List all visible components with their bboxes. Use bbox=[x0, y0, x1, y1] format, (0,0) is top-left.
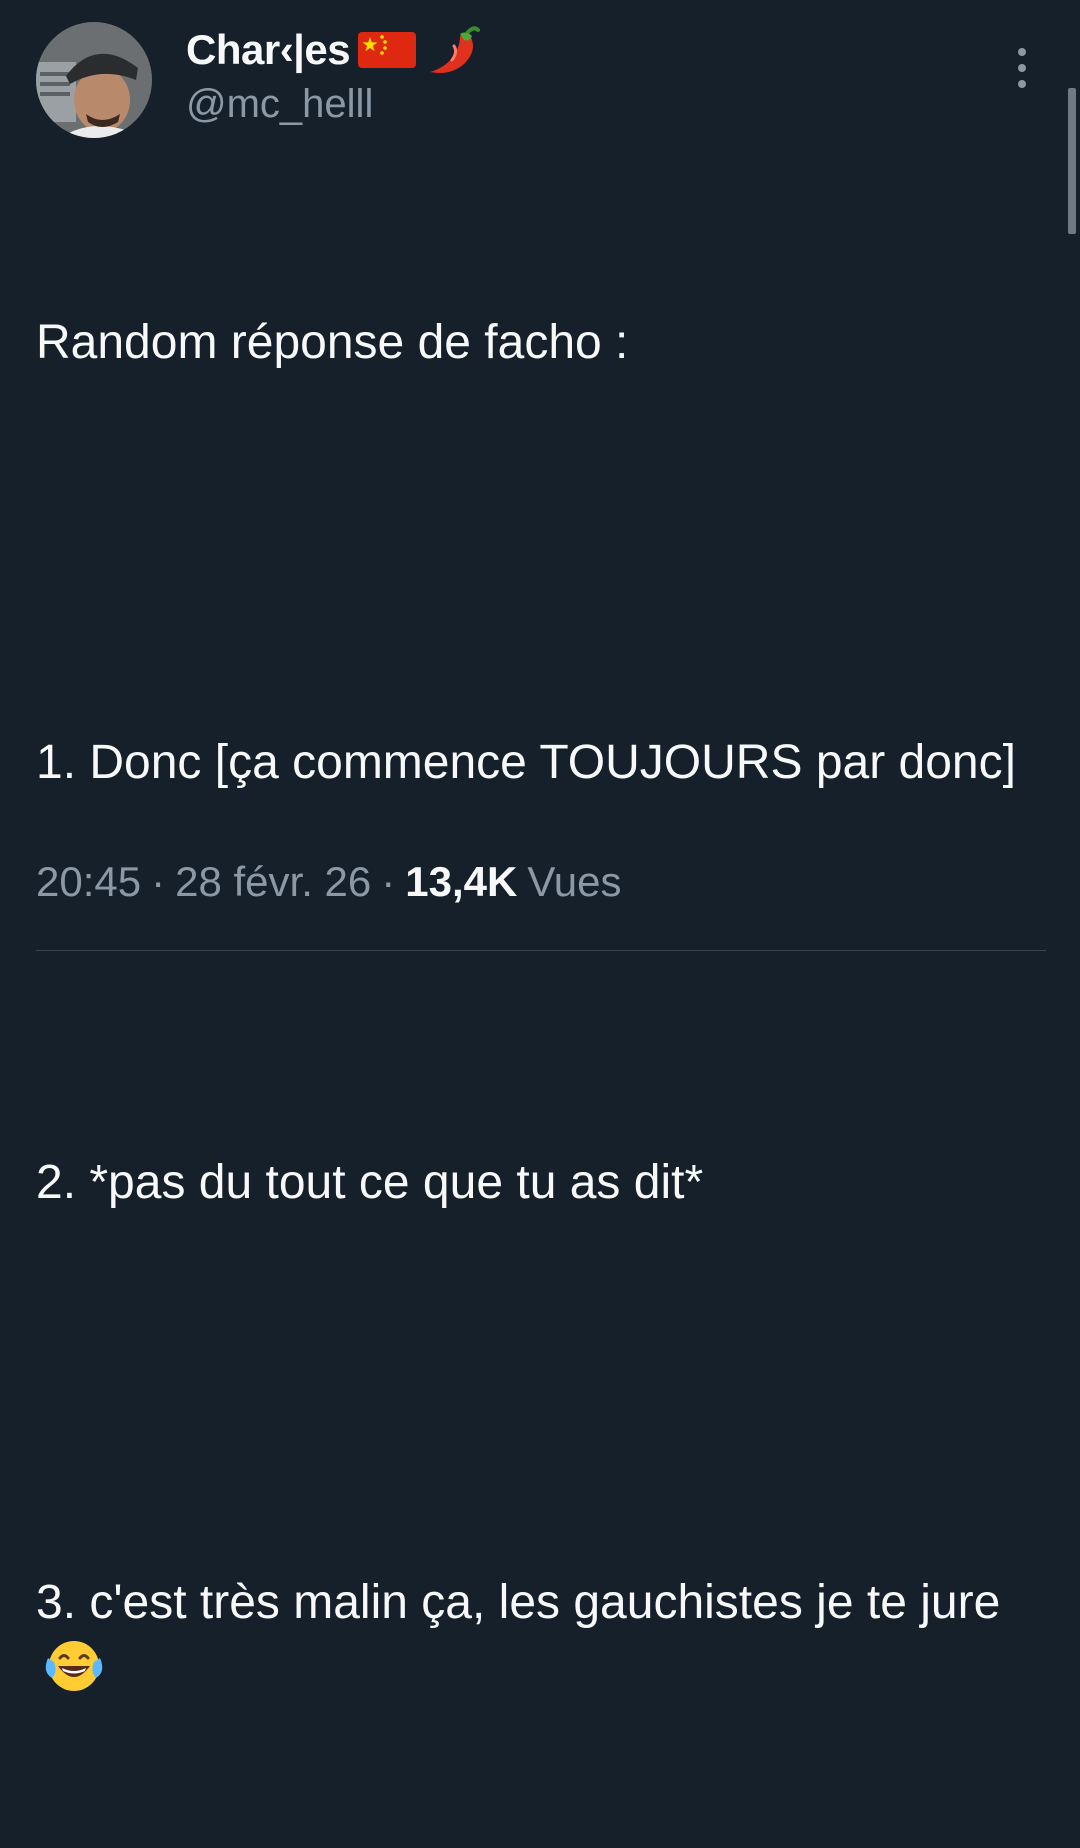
meta-separator: · bbox=[381, 858, 396, 905]
chili-pepper-icon bbox=[430, 26, 481, 73]
tweet: Char‹|es @mc_helll Random réponse de fac… bbox=[0, 0, 1080, 1691]
tweet-meta: 20:45 · 28 févr. 26 · 13,4K Vues bbox=[36, 858, 622, 906]
avatar-image bbox=[36, 22, 152, 138]
tweet-item-3: 3. c'est très malin ça, les gauchistes j… bbox=[36, 1568, 1046, 1708]
author-block: Char‹|es @mc_helll bbox=[186, 24, 482, 127]
avatar[interactable] bbox=[36, 22, 152, 138]
meta-separator: · bbox=[151, 858, 166, 905]
scrollbar-thumb[interactable] bbox=[1068, 88, 1076, 234]
tweet-date[interactable]: 28 févr. 26 bbox=[175, 858, 371, 906]
tweet-text: Random réponse de facho : 1. Donc [ça co… bbox=[36, 168, 1046, 1848]
divider bbox=[36, 950, 1046, 951]
more-dot-icon bbox=[1018, 48, 1026, 56]
china-flag-icon bbox=[358, 32, 417, 68]
tweet-intro: Random réponse de facho : bbox=[36, 316, 629, 369]
author-handle[interactable]: @mc_helll bbox=[186, 82, 482, 127]
display-name-text: Char‹|es bbox=[186, 26, 351, 73]
more-dot-icon bbox=[1018, 64, 1026, 72]
tweet-item-2: 2. *pas du tout ce que tu as dit* bbox=[36, 1156, 704, 1209]
face-with-tears-of-joy-icon bbox=[45, 1641, 103, 1691]
display-name[interactable]: Char‹|es bbox=[186, 24, 482, 76]
views-label[interactable]: Vues bbox=[527, 858, 621, 906]
more-dot-icon bbox=[1018, 80, 1026, 88]
tweet-item-3-text: 3. c'est très malin ça, les gauchistes j… bbox=[36, 1576, 1001, 1629]
more-options-button[interactable] bbox=[1004, 48, 1040, 88]
tweet-item-1: 1. Donc [ça commence TOUJOURS par donc] bbox=[36, 736, 1016, 789]
tweet-time[interactable]: 20:45 bbox=[36, 858, 141, 906]
views-count[interactable]: 13,4K bbox=[405, 858, 517, 906]
